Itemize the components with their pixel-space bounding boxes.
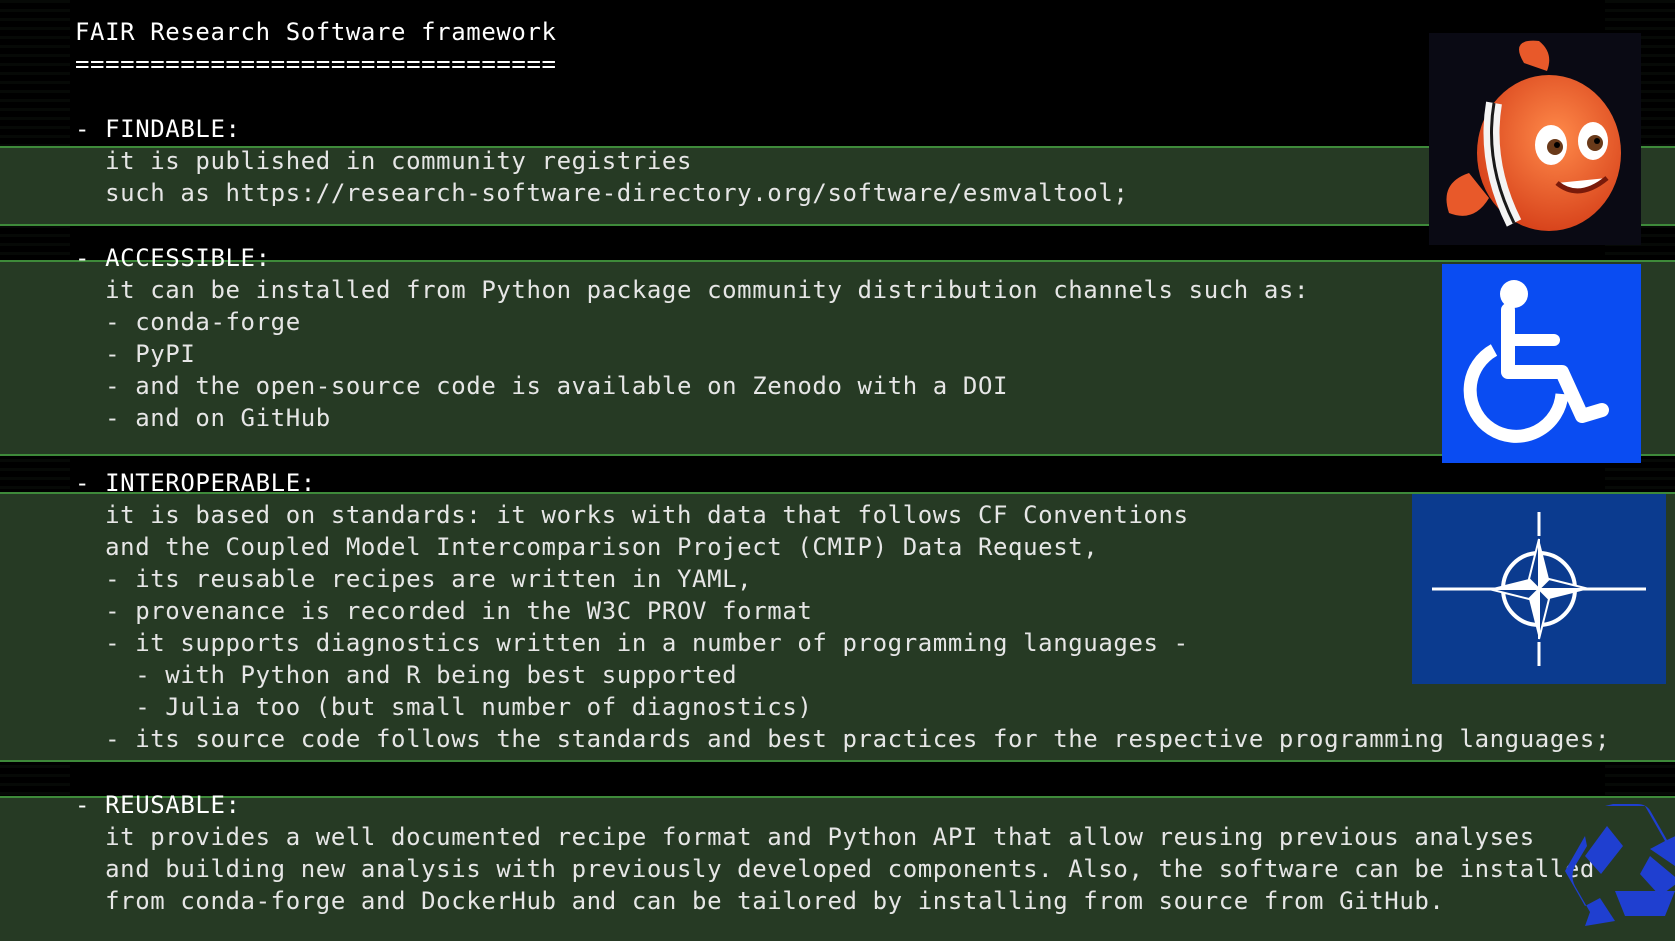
reusable-line-2: and building new analysis with previousl… [75, 855, 1595, 883]
nato-compass-star-icon [1412, 494, 1666, 684]
interoperable-line-1: it is based on standards: it works with … [75, 501, 1189, 529]
interoperable-line-5: - it supports diagnostics written in a n… [75, 629, 1189, 657]
accessible-line-2: - conda-forge [75, 308, 301, 336]
findable-line-1: it is published in community registries [75, 147, 693, 175]
accessible-line-4: - and the open-source code is available … [75, 372, 1009, 400]
reusable-heading: - REUSABLE: [75, 791, 241, 819]
accessible-line-3: - PyPI [75, 340, 196, 368]
accessible-heading: - ACCESSIBLE: [75, 244, 271, 272]
interoperable-line-7: - Julia too (but small number of diagnos… [75, 693, 813, 721]
reusable-line-1: it provides a well documented recipe for… [75, 823, 1535, 851]
recycle-icon [1555, 796, 1675, 941]
clownfish-cartoon-icon [1429, 33, 1641, 245]
accessible-line-1: it can be installed from Python package … [75, 276, 1310, 304]
reusable-line-3: from conda-forge and DockerHub and can b… [75, 887, 1445, 915]
accessible-line-5: - and on GitHub [75, 404, 331, 432]
title-underline: ================================ [75, 50, 557, 78]
findable-line-2: such as https://research-software-direct… [75, 179, 1129, 207]
interoperable-line-8: - its source code follows the standards … [75, 725, 1611, 753]
interoperable-heading: - INTEROPERABLE: [75, 469, 316, 497]
interoperable-line-3: - its reusable recipes are written in YA… [75, 565, 753, 593]
findable-heading: - FINDABLE: [75, 115, 241, 143]
interoperable-line-4: - provenance is recorded in the W3C PROV… [75, 597, 813, 625]
interoperable-line-6: - with Python and R being best supported [75, 661, 738, 689]
wheelchair-accessibility-icon [1442, 264, 1641, 463]
page-title: FAIR Research Software framework [75, 18, 557, 46]
interoperable-line-2: and the Coupled Model Intercomparison Pr… [75, 533, 1099, 561]
